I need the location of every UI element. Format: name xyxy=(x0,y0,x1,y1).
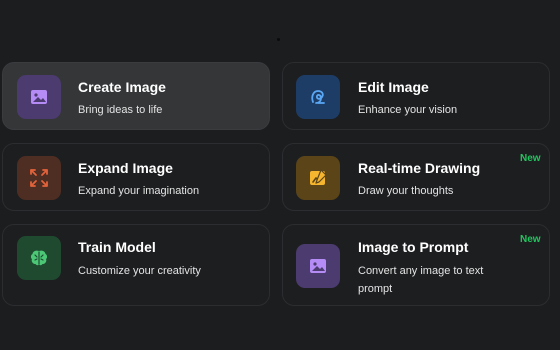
expand-image-icon-box xyxy=(17,156,61,200)
card-description: Convert any image to text prompt xyxy=(358,265,484,295)
card-expand-image[interactable]: Expand Image Expand your imagination xyxy=(2,143,270,211)
drawing-icon-box xyxy=(296,156,340,200)
create-image-icon-box xyxy=(17,75,61,119)
drawing-icon xyxy=(310,169,327,185)
new-badge: New xyxy=(520,234,541,245)
edit-image-icon-box xyxy=(296,75,340,119)
card-image-to-prompt[interactable]: Image to Prompt Convert any image to tex… xyxy=(282,224,550,306)
brain-icon xyxy=(30,250,48,266)
card-description: Customize your creativity xyxy=(78,265,201,277)
card-edit-image[interactable]: Edit Image Enhance your vision xyxy=(282,62,550,130)
train-model-icon-box xyxy=(17,236,61,280)
card-title: Edit Image xyxy=(358,79,429,95)
card-title: Expand Image xyxy=(78,160,173,176)
card-description: Draw your thoughts xyxy=(358,185,454,197)
image-icon xyxy=(31,90,47,104)
card-real-time-drawing[interactable]: Real-time Drawing Draw your thoughts New xyxy=(282,143,550,211)
new-badge: New xyxy=(520,153,541,164)
card-description: Expand your imagination xyxy=(78,185,200,197)
image-icon xyxy=(310,259,326,273)
card-title: Real-time Drawing xyxy=(358,160,481,176)
card-title: Image to Prompt xyxy=(358,239,469,255)
decorative-dot xyxy=(277,38,280,41)
image-to-prompt-icon-box xyxy=(296,244,340,288)
card-description: Bring ideas to life xyxy=(78,104,163,116)
card-create-image[interactable]: Create Image Bring ideas to life xyxy=(2,62,270,130)
card-train-model[interactable]: Train Model Customize your creativity xyxy=(2,224,270,306)
edit-icon xyxy=(311,90,325,104)
expand-icon xyxy=(30,169,48,187)
card-title: Train Model xyxy=(78,239,156,255)
card-description: Enhance your vision xyxy=(358,104,458,116)
card-title: Create Image xyxy=(78,79,166,95)
